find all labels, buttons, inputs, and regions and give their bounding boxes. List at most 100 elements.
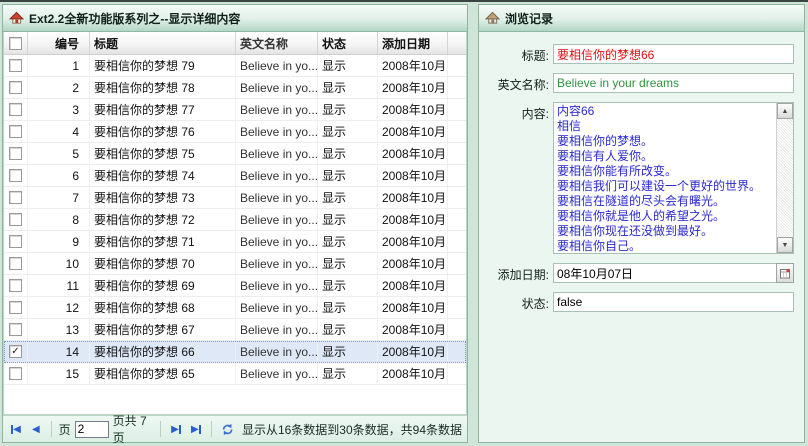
cell-date: 2008年10月... xyxy=(378,297,448,318)
cell-title: 要相信你的梦想 69 xyxy=(90,275,236,296)
cell-num: 4 xyxy=(28,121,90,142)
content-text[interactable]: 内容66 相信 要相信你的梦想。 要相信有人爱你。 要相信你能有所改变。 要相信… xyxy=(554,103,776,253)
cell-title: 要相信你的梦想 71 xyxy=(90,231,236,252)
column-header-en[interactable]: 英文名称 xyxy=(236,32,318,54)
cell-en: Believe in yo... xyxy=(236,253,318,274)
toolbar-separator xyxy=(160,421,162,437)
refresh-icon[interactable] xyxy=(221,422,234,437)
en-name-field-input[interactable] xyxy=(553,73,794,93)
content-textarea[interactable]: 内容66 相信 要相信你的梦想。 要相信有人爱你。 要相信你能有所改变。 要相信… xyxy=(553,102,794,254)
row-checkbox[interactable] xyxy=(4,165,28,186)
cell-en: Believe in yo... xyxy=(236,275,318,296)
checkbox-icon[interactable] xyxy=(9,59,22,72)
status-field-input[interactable] xyxy=(553,292,794,312)
cell-en: Believe in yo... xyxy=(236,319,318,340)
row-checkbox[interactable] xyxy=(4,55,28,76)
cell-date: 2008年10月... xyxy=(378,77,448,98)
row-checkbox[interactable] xyxy=(4,275,28,296)
row-checkbox[interactable] xyxy=(4,99,28,120)
column-header-title[interactable]: 标题 xyxy=(90,32,236,54)
table-row[interactable]: 12 要相信你的梦想 68 Believe in yo... 显示 2008年1… xyxy=(4,297,466,319)
table-row[interactable]: 11 要相信你的梦想 69 Believe in yo... 显示 2008年1… xyxy=(4,275,466,297)
checkbox-icon[interactable] xyxy=(9,103,22,116)
scroll-down-icon[interactable]: ▼ xyxy=(777,237,793,253)
table-row[interactable]: 5 要相信你的梦想 75 Believe in yo... 显示 2008年10… xyxy=(4,143,466,165)
scrollbar-track[interactable] xyxy=(777,119,793,237)
checkbox-icon[interactable] xyxy=(9,257,22,270)
row-checkbox[interactable] xyxy=(4,143,28,164)
row-checkbox[interactable] xyxy=(4,253,28,274)
content-field-label: 内容: xyxy=(521,107,549,121)
cell-en: Believe in yo... xyxy=(236,55,318,76)
prev-page-button[interactable]: ◀ xyxy=(28,420,44,438)
cell-en: Believe in yo... xyxy=(236,143,318,164)
row-checkbox[interactable] xyxy=(4,187,28,208)
row-checkbox[interactable] xyxy=(4,209,28,230)
row-checkbox[interactable] xyxy=(4,231,28,252)
cell-status: 显示 xyxy=(318,99,378,120)
cell-num: 5 xyxy=(28,143,90,164)
table-row[interactable]: 1 要相信你的梦想 79 Believe in yo... 显示 2008年10… xyxy=(4,55,466,77)
row-checkbox[interactable] xyxy=(4,363,28,384)
cell-title: 要相信你的梦想 76 xyxy=(90,121,236,142)
cell-num: 10 xyxy=(28,253,90,274)
row-checkbox[interactable] xyxy=(4,297,28,318)
date-picker-button[interactable] xyxy=(776,263,794,283)
row-checkbox[interactable] xyxy=(4,121,28,142)
cell-status: 显示 xyxy=(318,297,378,318)
table-row[interactable]: 13 要相信你的梦想 67 Believe in yo... 显示 2008年1… xyxy=(4,319,466,341)
select-all-checkbox[interactable] xyxy=(4,32,28,54)
date-field-input[interactable] xyxy=(553,263,776,283)
table-row[interactable]: 8 要相信你的梦想 72 Believe in yo... 显示 2008年10… xyxy=(4,209,466,231)
table-row[interactable]: 14 要相信你的梦想 66 Believe in yo... 显示 2008年1… xyxy=(4,341,466,363)
table-row[interactable]: 7 要相信你的梦想 73 Believe in yo... 显示 2008年10… xyxy=(4,187,466,209)
table-row[interactable]: 6 要相信你的梦想 74 Believe in yo... 显示 2008年10… xyxy=(4,165,466,187)
checkbox-icon[interactable] xyxy=(9,235,22,248)
column-header-status[interactable]: 状态 xyxy=(318,32,378,54)
title-field-input[interactable] xyxy=(553,44,794,64)
cell-date: 2008年10月... xyxy=(378,187,448,208)
cell-title: 要相信你的梦想 70 xyxy=(90,253,236,274)
table-row[interactable]: 15 要相信你的梦想 65 Believe in yo... 显示 2008年1… xyxy=(4,363,466,385)
first-page-button[interactable]: ◀ xyxy=(8,420,24,438)
cell-status: 显示 xyxy=(318,275,378,296)
table-row[interactable]: 4 要相信你的梦想 76 Believe in yo... 显示 2008年10… xyxy=(4,121,466,143)
cell-en: Believe in yo... xyxy=(236,363,318,384)
checkbox-icon[interactable] xyxy=(9,191,22,204)
last-page-button[interactable]: ▶ xyxy=(188,420,204,438)
checkbox-icon[interactable] xyxy=(9,279,22,292)
checkbox-icon[interactable] xyxy=(9,367,22,380)
checkbox-icon[interactable] xyxy=(9,125,22,138)
grid-panel-title: Ext2.2全新功能版系列之--显示详细内容 xyxy=(29,11,241,26)
cell-status: 显示 xyxy=(318,143,378,164)
checkbox-icon[interactable] xyxy=(9,147,22,160)
row-checkbox[interactable] xyxy=(4,319,28,340)
checkbox-icon[interactable] xyxy=(9,36,22,50)
scroll-up-icon[interactable]: ▲ xyxy=(777,103,793,119)
status-field-label: 状态: xyxy=(521,297,549,311)
cell-num: 8 xyxy=(28,209,90,230)
checkbox-icon[interactable] xyxy=(9,213,22,226)
checkbox-icon[interactable] xyxy=(9,345,22,358)
checkbox-icon[interactable] xyxy=(9,323,22,336)
checkbox-icon[interactable] xyxy=(9,169,22,182)
cell-title: 要相信你的梦想 78 xyxy=(90,77,236,98)
content-scrollbar[interactable]: ▲ ▼ xyxy=(776,103,793,253)
row-checkbox[interactable] xyxy=(4,77,28,98)
cell-status: 显示 xyxy=(318,77,378,98)
table-row[interactable]: 2 要相信你的梦想 78 Believe in yo... 显示 2008年10… xyxy=(4,77,466,99)
column-header-num[interactable]: 编号 xyxy=(28,32,90,54)
table-row[interactable]: 3 要相信你的梦想 77 Believe in yo... 显示 2008年10… xyxy=(4,99,466,121)
row-checkbox[interactable] xyxy=(4,341,28,362)
checkbox-icon[interactable] xyxy=(9,301,22,314)
next-page-button[interactable]: ▶ xyxy=(168,420,184,438)
cell-title: 要相信你的梦想 67 xyxy=(90,319,236,340)
cell-en: Believe in yo... xyxy=(236,297,318,318)
table-row[interactable]: 10 要相信你的梦想 70 Believe in yo... 显示 2008年1… xyxy=(4,253,466,275)
cell-status: 显示 xyxy=(318,55,378,76)
column-header-date[interactable]: 添加日期 xyxy=(378,32,448,54)
table-row[interactable]: 9 要相信你的梦想 71 Believe in yo... 显示 2008年10… xyxy=(4,231,466,253)
checkbox-icon[interactable] xyxy=(9,81,22,94)
home-icon xyxy=(485,11,500,24)
page-number-input[interactable] xyxy=(74,420,109,438)
